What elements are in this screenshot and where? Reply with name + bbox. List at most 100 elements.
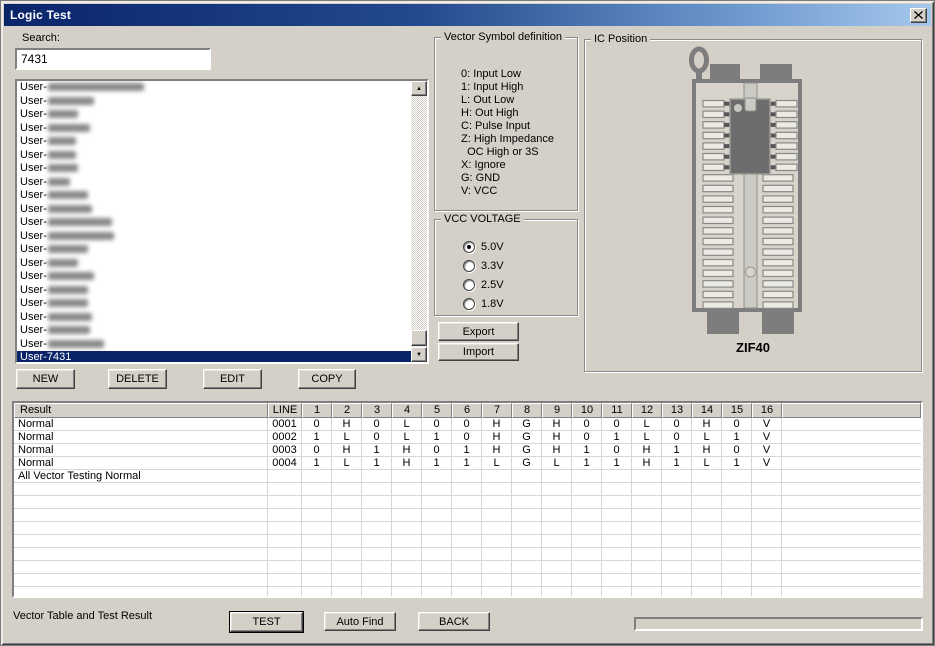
column-header-4[interactable]: 4 — [392, 403, 422, 418]
scroll-down-button[interactable]: ▼ — [411, 347, 427, 362]
vcc-option-1.8V[interactable]: 1.8V — [463, 297, 504, 310]
filler-cell — [782, 587, 921, 598]
copy-button[interactable]: COPY — [298, 369, 356, 389]
list-item-selected[interactable]: User-7431 — [17, 351, 427, 364]
column-header-16[interactable]: 16 — [752, 403, 782, 418]
edit-button[interactable]: EDIT — [203, 369, 262, 389]
line-cell: 0004 — [268, 457, 302, 470]
table-row[interactable] — [14, 535, 921, 548]
vector-cell — [632, 561, 662, 574]
table-row[interactable] — [14, 561, 921, 574]
test-button[interactable]: TEST — [230, 612, 303, 632]
line-cell: 0003 — [268, 444, 302, 457]
table-row[interactable] — [14, 483, 921, 496]
delete-button[interactable]: DELETE — [108, 369, 167, 389]
column-header-10[interactable]: 10 — [572, 403, 602, 418]
column-header-13[interactable]: 13 — [662, 403, 692, 418]
list-scrollbar[interactable]: ▲ ▼ — [411, 81, 427, 362]
list-item[interactable]: User- — [17, 162, 427, 176]
list-item-prefix: User- — [20, 189, 47, 201]
column-header-9[interactable]: 9 — [542, 403, 572, 418]
close-button[interactable] — [910, 8, 927, 23]
back-button[interactable]: BACK — [418, 612, 490, 631]
list-item[interactable]: User- — [17, 95, 427, 109]
list-item[interactable]: User- — [17, 189, 427, 203]
vector-cell — [392, 496, 422, 509]
column-header-filler[interactable] — [782, 403, 921, 418]
list-item[interactable]: User- — [17, 338, 427, 352]
import-button[interactable]: Import — [438, 343, 519, 361]
vector-cell — [452, 470, 482, 483]
list-item[interactable]: User- — [17, 149, 427, 163]
list-item[interactable]: User- — [17, 122, 427, 136]
logic-test-dialog: Logic Test Search: User-User-User-User-U… — [0, 0, 935, 646]
column-header-12[interactable]: 12 — [632, 403, 662, 418]
scroll-up-button[interactable]: ▲ — [411, 81, 427, 96]
vector-cell: G — [512, 457, 542, 470]
list-item[interactable]: User- — [17, 230, 427, 244]
radio-icon[interactable] — [463, 260, 475, 272]
list-item[interactable]: User- — [17, 311, 427, 325]
list-item[interactable]: User- — [17, 243, 427, 257]
table-row[interactable]: Normal00021L0L10HGH01L0L1V — [14, 431, 921, 444]
column-header-2[interactable]: 2 — [332, 403, 362, 418]
table-row[interactable] — [14, 522, 921, 535]
auto-find-button[interactable]: Auto Find — [324, 612, 396, 631]
redacted-text — [48, 232, 114, 240]
column-header-result[interactable]: Result — [14, 403, 268, 418]
vector-cell: 1 — [572, 444, 602, 457]
vector-cell — [752, 509, 782, 522]
vector-cell: H — [332, 418, 362, 431]
table-row[interactable] — [14, 574, 921, 587]
vcc-option-2.5V[interactable]: 2.5V — [463, 278, 504, 291]
list-item[interactable]: User- — [17, 297, 427, 311]
column-header-11[interactable]: 11 — [602, 403, 632, 418]
line-cell: 0001 — [268, 418, 302, 431]
list-item[interactable]: User- — [17, 270, 427, 284]
vcc-option-5.0V[interactable]: 5.0V — [463, 240, 504, 253]
radio-icon[interactable] — [463, 241, 475, 253]
scroll-thumb[interactable] — [411, 330, 427, 346]
column-header-15[interactable]: 15 — [722, 403, 752, 418]
search-input[interactable] — [15, 48, 211, 70]
list-item[interactable]: User- — [17, 203, 427, 217]
column-header-3[interactable]: 3 — [362, 403, 392, 418]
new-button[interactable]: NEW — [16, 369, 75, 389]
list-item[interactable]: User- — [17, 216, 427, 230]
radio-icon[interactable] — [463, 279, 475, 291]
list-item[interactable]: User- — [17, 284, 427, 298]
table-row[interactable] — [14, 587, 921, 598]
vcc-option-3.3V[interactable]: 3.3V — [463, 259, 504, 272]
list-item[interactable]: User- — [17, 324, 427, 338]
vcc-voltage-group-title: VCC VOLTAGE — [441, 213, 524, 225]
radio-icon[interactable] — [463, 298, 475, 310]
column-header-14[interactable]: 14 — [692, 403, 722, 418]
table-row[interactable]: Normal00030H1H01HGH10H1H0V — [14, 444, 921, 457]
table-row[interactable] — [14, 496, 921, 509]
column-header-1[interactable]: 1 — [302, 403, 332, 418]
redacted-text — [48, 191, 88, 199]
vector-table[interactable]: ResultLINE12345678910111213141516 Normal… — [12, 401, 923, 598]
column-header-8[interactable]: 8 — [512, 403, 542, 418]
table-row[interactable]: All Vector Testing Normal — [14, 470, 921, 483]
redacted-text — [48, 124, 90, 132]
list-item[interactable]: User- — [17, 176, 427, 190]
list-item[interactable]: User- — [17, 257, 427, 271]
column-header-6[interactable]: 6 — [452, 403, 482, 418]
table-row[interactable]: Normal00041L1H11LGL11H1L1V — [14, 457, 921, 470]
redacted-text — [48, 259, 78, 267]
list-item[interactable]: User- — [17, 135, 427, 149]
column-header-7[interactable]: 7 — [482, 403, 512, 418]
device-listbox[interactable]: User-User-User-User-User-User-User-User-… — [15, 79, 429, 364]
export-button[interactable]: Export — [438, 322, 519, 341]
column-header-line[interactable]: LINE — [268, 403, 302, 418]
table-row[interactable] — [14, 548, 921, 561]
table-row[interactable] — [14, 509, 921, 522]
vector-cell: 0 — [362, 418, 392, 431]
vector-cell — [332, 535, 362, 548]
column-header-5[interactable]: 5 — [422, 403, 452, 418]
vector-cell — [752, 470, 782, 483]
list-item[interactable]: User- — [17, 108, 427, 122]
table-row[interactable]: Normal00010H0L00HGH00L0H0V — [14, 418, 921, 431]
list-item[interactable]: User- — [17, 81, 427, 95]
